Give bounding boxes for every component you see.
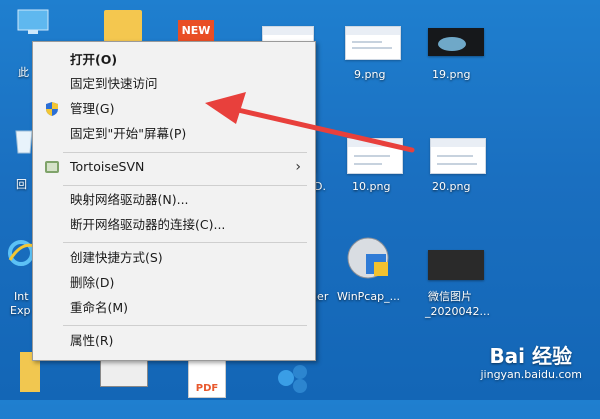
watermark-brand: Bai 经验 (489, 344, 572, 368)
watermark-site: jingyan.baidu.com (480, 368, 582, 381)
baidu-jingyan-watermark: Bai 经验 jingyan.baidu.com (480, 340, 582, 381)
